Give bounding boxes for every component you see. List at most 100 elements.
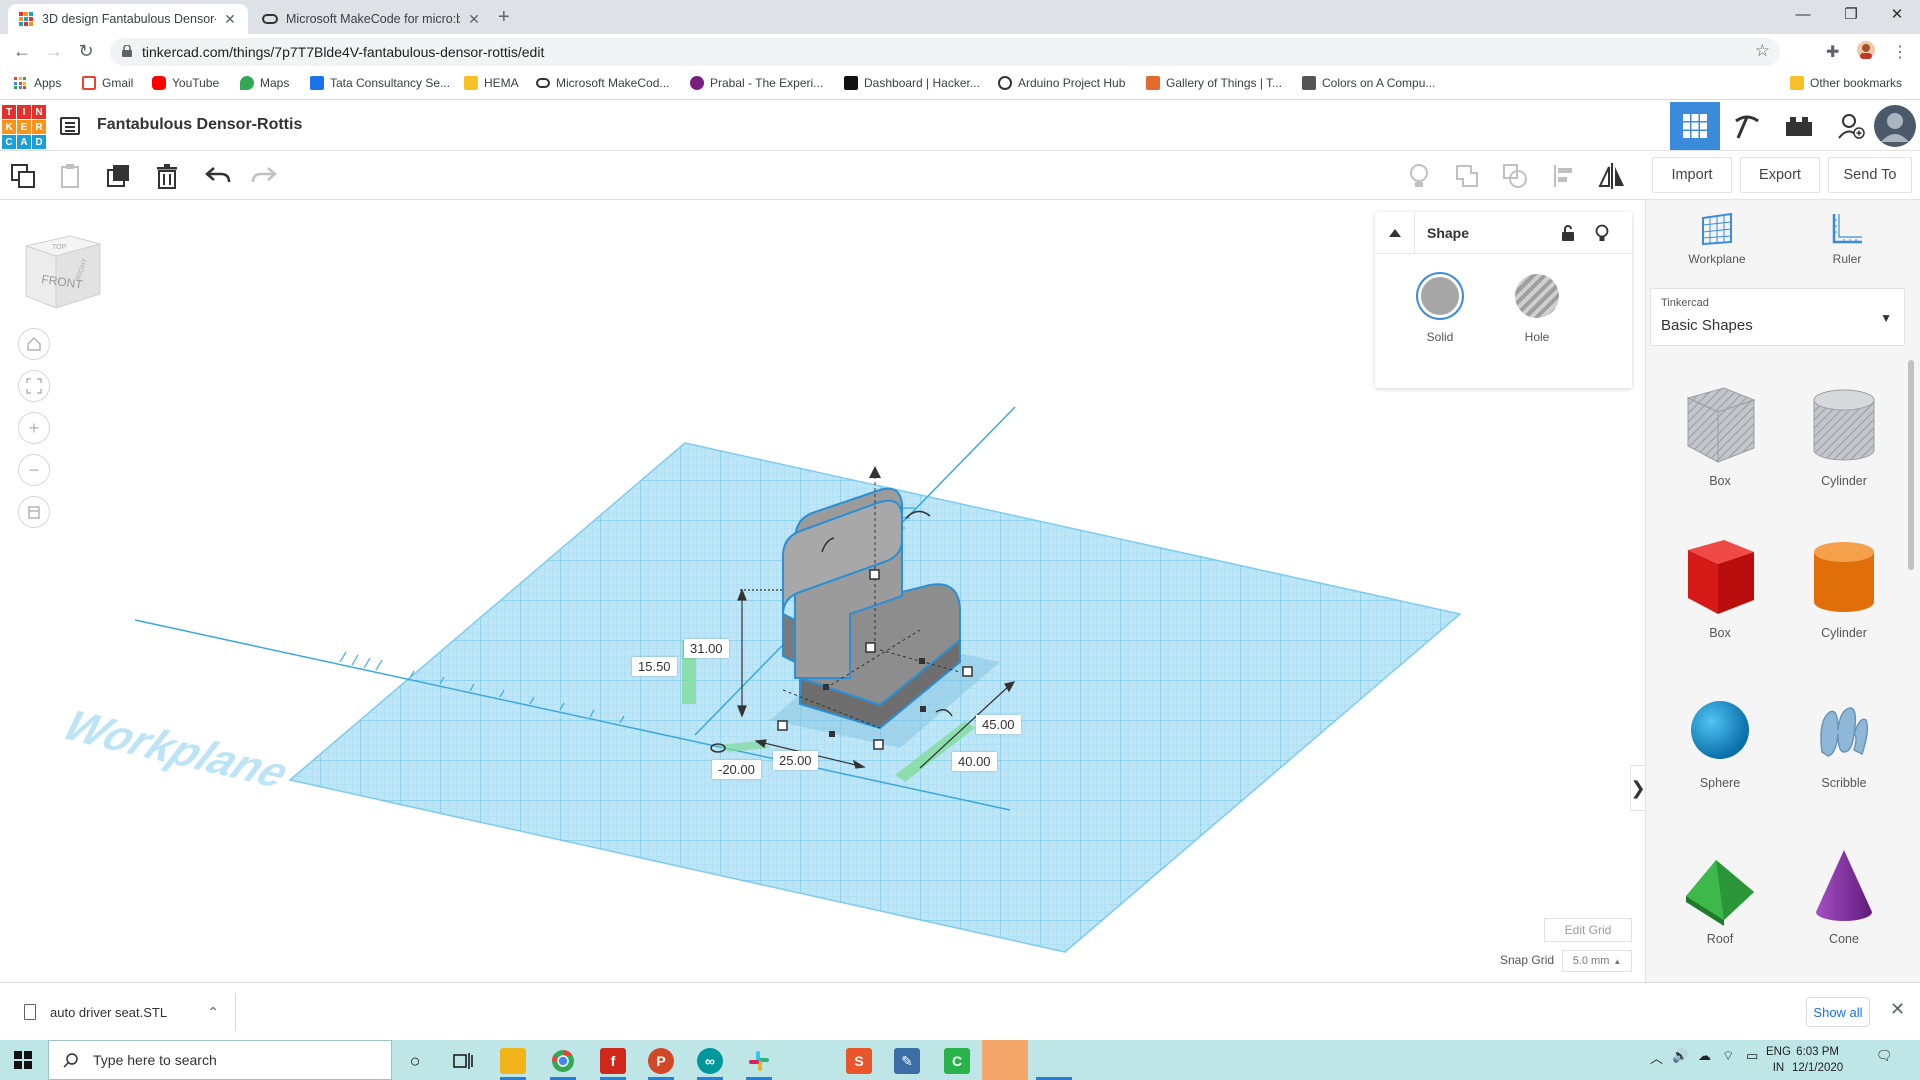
minimize-icon[interactable]: — bbox=[1780, 2, 1826, 28]
notes-button[interactable] bbox=[1404, 161, 1434, 191]
library-item-cylinder-gray[interactable]: Cylinder bbox=[1794, 378, 1894, 488]
library-select[interactable]: Tinkercad Basic Shapes ▼ bbox=[1650, 288, 1905, 346]
lightbulb-icon[interactable] bbox=[1595, 224, 1609, 242]
user-avatar[interactable] bbox=[1870, 102, 1920, 150]
depth-dimension[interactable]: 45.00 bbox=[976, 715, 1021, 734]
taskbar-search[interactable]: Type here to search bbox=[48, 1040, 392, 1080]
close-window-icon[interactable]: ✕ bbox=[1874, 2, 1920, 28]
library-item-scribble[interactable]: Scribble bbox=[1794, 690, 1894, 790]
file-explorer-icon[interactable] bbox=[500, 1048, 526, 1074]
slack-icon[interactable] bbox=[746, 1048, 772, 1074]
windows-start-icon[interactable] bbox=[14, 1051, 32, 1069]
solid-option[interactable]: Solid bbox=[1410, 274, 1470, 344]
import-button[interactable]: Import bbox=[1652, 157, 1732, 193]
onedrive-icon[interactable]: ☁ bbox=[1698, 1048, 1711, 1064]
library-item-cylinder-orange[interactable]: Cylinder bbox=[1794, 530, 1894, 640]
lift-cone-handle[interactable] bbox=[869, 466, 881, 478]
notifications-icon[interactable]: 🗨 bbox=[1876, 1048, 1893, 1064]
bookmark-gmail[interactable]: Gmail bbox=[82, 76, 133, 90]
bookmark-makecode[interactable]: Microsoft MakeCod... bbox=[536, 76, 669, 90]
toggle-library-button[interactable]: ❯ bbox=[1630, 765, 1645, 811]
download-item[interactable]: auto driver seat.STL ⌃ bbox=[16, 993, 236, 1031]
group-button[interactable] bbox=[1452, 161, 1482, 191]
bookmark-tcs[interactable]: Tata Consultancy Se... bbox=[310, 76, 450, 90]
new-tab-icon[interactable]: + bbox=[498, 6, 510, 29]
unlock-icon[interactable] bbox=[1561, 225, 1575, 241]
tray-chevron-icon[interactable]: ︿ bbox=[1650, 1048, 1663, 1067]
collapse-inspector-button[interactable] bbox=[1375, 212, 1415, 254]
blocks-button[interactable] bbox=[1722, 102, 1772, 150]
library-item-roof[interactable]: Roof bbox=[1670, 844, 1770, 946]
battery-icon[interactable]: ▭ bbox=[1746, 1048, 1758, 1064]
redo-button[interactable] bbox=[249, 161, 279, 191]
invite-user-button[interactable] bbox=[1826, 102, 1876, 150]
chrome-icon[interactable] bbox=[550, 1048, 576, 1074]
task-view-icon[interactable] bbox=[450, 1048, 476, 1074]
snap-grid-select[interactable]: 5.0 mm ▲ bbox=[1562, 950, 1632, 972]
url-bar[interactable]: tinkercad.com/things/7p7T7Blde4V-fantabu… bbox=[110, 38, 1780, 66]
other-bookmarks[interactable]: Other bookmarks bbox=[1790, 76, 1902, 90]
python-idle-icon[interactable]: ✎ bbox=[894, 1048, 920, 1074]
bookmark-prabal[interactable]: Prabal - The Experi... bbox=[690, 76, 823, 90]
solid-swatch[interactable] bbox=[1418, 274, 1462, 318]
edit-grid-button[interactable]: Edit Grid bbox=[1544, 918, 1632, 942]
camtasia-icon[interactable]: C bbox=[944, 1048, 970, 1074]
extensions-icon[interactable]: ✚ bbox=[1826, 42, 1839, 62]
bookmark-hackerrank[interactable]: Dashboard | Hacker... bbox=[844, 76, 980, 90]
system-clock[interactable]: 6:03 PM 12/1/2020 bbox=[1792, 1044, 1843, 1076]
library-item-box-gray[interactable]: Box bbox=[1670, 378, 1770, 488]
flash-app-icon[interactable]: f bbox=[600, 1048, 626, 1074]
bookmark-hema[interactable]: HEMA bbox=[464, 76, 519, 90]
arduino-ide-icon[interactable]: ∞ bbox=[697, 1048, 723, 1074]
profile-avatar[interactable] bbox=[1856, 40, 1876, 65]
design-list-icon[interactable] bbox=[60, 117, 80, 135]
bookmark-youtube[interactable]: YouTube bbox=[152, 76, 219, 90]
tab-makecode[interactable]: Microsoft MakeCode for micro:bi ✕ bbox=[252, 4, 492, 34]
chevron-up-icon[interactable]: ⌃ bbox=[207, 1004, 219, 1021]
3d-view-button[interactable] bbox=[1670, 102, 1720, 150]
width-dimension[interactable]: 25.00 bbox=[773, 751, 818, 770]
sublime-icon[interactable]: S bbox=[846, 1048, 872, 1074]
show-all-downloads-button[interactable]: Show all bbox=[1806, 997, 1870, 1027]
hole-option[interactable]: Hole bbox=[1507, 274, 1567, 344]
powerpoint-icon[interactable]: P bbox=[648, 1048, 674, 1074]
library-item-cone[interactable]: Cone bbox=[1794, 844, 1894, 946]
send-to-button[interactable]: Send To bbox=[1828, 157, 1912, 193]
hole-swatch[interactable] bbox=[1515, 274, 1559, 318]
height-dimension[interactable]: 31.00 bbox=[684, 639, 729, 658]
align-button[interactable] bbox=[1549, 161, 1579, 191]
elevation-dimension[interactable]: 15.50 bbox=[632, 657, 677, 676]
close-tab-icon[interactable]: ✕ bbox=[466, 11, 482, 28]
ruler-tool[interactable]: Ruler bbox=[1802, 212, 1892, 266]
bookmark-apps[interactable]: Apps bbox=[14, 76, 61, 90]
3d-workspace[interactable]: FRONT TOP RIGHT + − Workplane 31.00 15.5… bbox=[0, 200, 1645, 982]
length-dimension[interactable]: 40.00 bbox=[952, 752, 997, 771]
wifi-icon[interactable]: ⌔ bbox=[1722, 1048, 1734, 1064]
tab-tinkercad[interactable]: 3D design Fantabulous Densor-R ✕ bbox=[8, 4, 248, 34]
cortana-icon[interactable]: ○ bbox=[402, 1048, 428, 1074]
copy-button[interactable] bbox=[8, 161, 38, 191]
reload-icon[interactable]: ↻ bbox=[74, 41, 98, 62]
library-item-sphere[interactable]: Sphere bbox=[1670, 690, 1770, 790]
workplane-tool[interactable]: Workplane bbox=[1672, 212, 1762, 266]
paste-button[interactable] bbox=[56, 161, 86, 191]
duplicate-button[interactable] bbox=[104, 161, 134, 191]
bookmark-arduino[interactable]: Arduino Project Hub bbox=[998, 76, 1125, 90]
project-title[interactable]: Fantabulous Densor-Rottis bbox=[97, 116, 302, 134]
restore-icon[interactable]: ❐ bbox=[1828, 2, 1874, 28]
close-tab-icon[interactable]: ✕ bbox=[222, 11, 238, 28]
offset-dimension[interactable]: -20.00 bbox=[712, 760, 761, 779]
tinkercad-logo[interactable]: TIN KER CAD bbox=[2, 105, 46, 149]
active-app-highlight[interactable] bbox=[982, 1040, 1028, 1080]
close-download-bar-icon[interactable]: ✕ bbox=[1890, 999, 1905, 1020]
bricks-button[interactable] bbox=[1774, 102, 1824, 150]
bookmark-gallery[interactable]: Gallery of Things | T... bbox=[1146, 76, 1282, 90]
bookmark-star-icon[interactable]: ☆ bbox=[1755, 41, 1770, 61]
forward-icon[interactable]: → bbox=[42, 41, 66, 62]
mirror-button[interactable] bbox=[1597, 161, 1627, 191]
bookmark-colors[interactable]: Colors on A Compu... bbox=[1302, 76, 1435, 90]
undo-button[interactable] bbox=[203, 161, 233, 191]
back-icon[interactable]: ← bbox=[10, 41, 34, 62]
bookmark-maps[interactable]: Maps bbox=[240, 76, 289, 90]
menu-kebab-icon[interactable]: ⋮ bbox=[1892, 42, 1908, 62]
